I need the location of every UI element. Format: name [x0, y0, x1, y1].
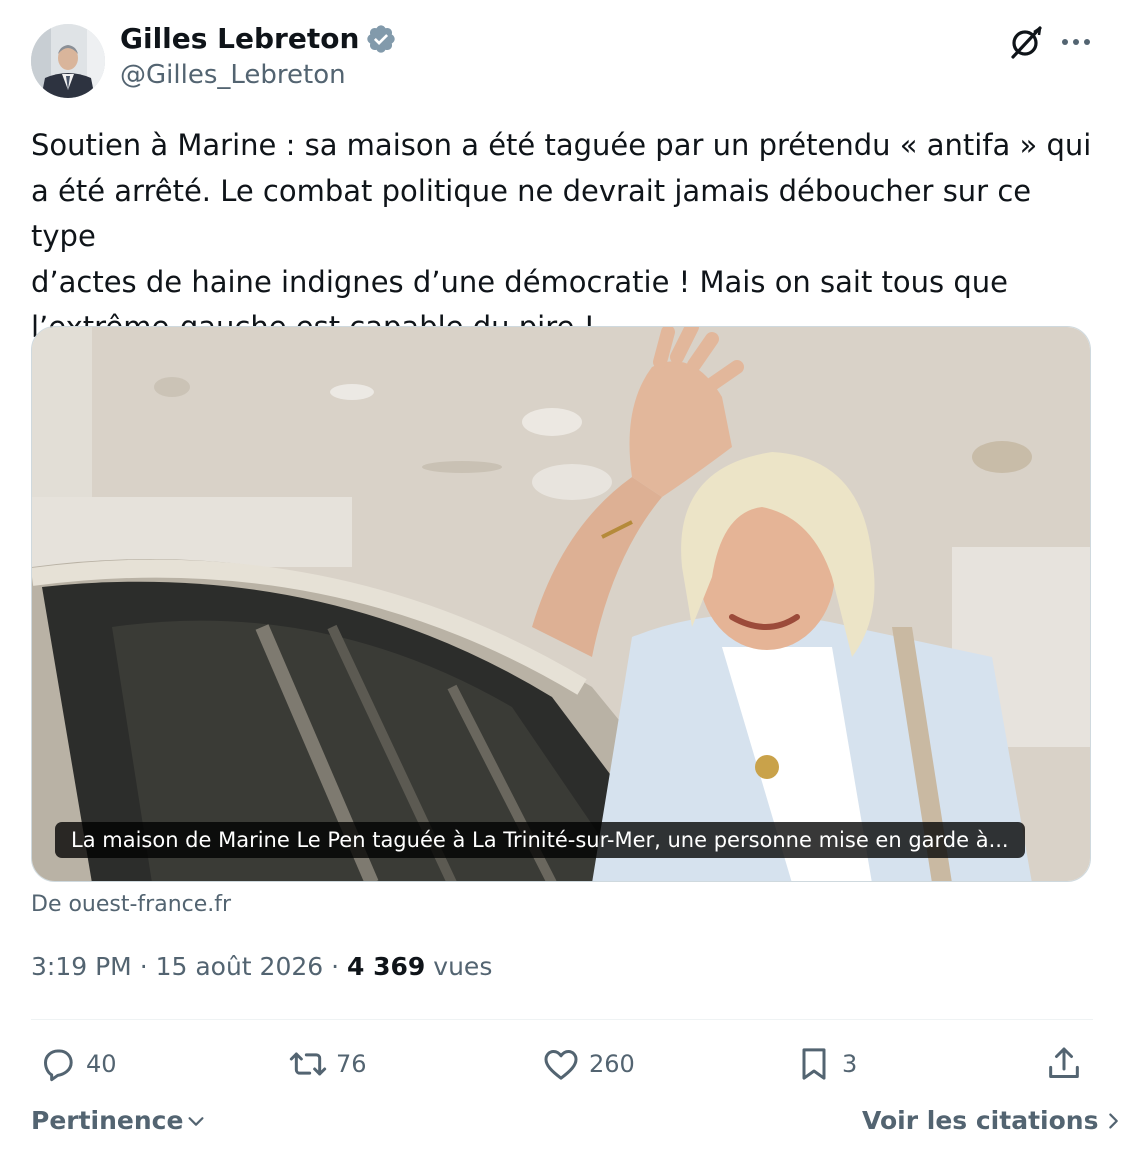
- link-card-caption: La maison de Marine Le Pen taguée à La T…: [55, 822, 1025, 858]
- repost-icon: [289, 1052, 327, 1076]
- tweet-time[interactable]: 3:19 PM: [31, 952, 132, 981]
- reply-count: 40: [86, 1050, 117, 1078]
- views-count: 4 369: [347, 952, 426, 981]
- link-card[interactable]: La maison de Marine Le Pen taguée à La T…: [31, 326, 1091, 882]
- sort-dropdown[interactable]: Pertinence: [31, 1106, 207, 1135]
- reply-icon: [44, 1049, 73, 1082]
- link-card-image: [32, 327, 1090, 881]
- tweet-date[interactable]: 15 août 2026: [156, 952, 324, 981]
- author-handle[interactable]: @Gilles_Lebreton: [120, 60, 346, 90]
- author-name-text: Gilles Lebreton: [120, 22, 360, 55]
- more-options-icon[interactable]: [1058, 22, 1094, 62]
- author-name[interactable]: Gilles Lebreton: [120, 22, 397, 55]
- chevron-right-icon: [1109, 1112, 1119, 1129]
- views-label: vues: [433, 952, 493, 981]
- sort-label: Pertinence: [31, 1106, 184, 1135]
- repost-button[interactable]: 76: [288, 1042, 367, 1086]
- link-source[interactable]: De ouest-france.fr: [31, 892, 231, 917]
- share-button[interactable]: [1044, 1042, 1084, 1086]
- bookmark-icon: [802, 1048, 826, 1080]
- chevron-down-icon: [188, 1116, 204, 1126]
- avatar-photo: [31, 24, 105, 98]
- view-quotes-link[interactable]: Voir les citations: [862, 1106, 1122, 1135]
- divider: [31, 1019, 1093, 1020]
- share-icon: [1049, 1047, 1079, 1078]
- like-button[interactable]: 260: [541, 1042, 635, 1086]
- meta-separator: ·: [331, 952, 340, 981]
- heart-icon: [544, 1050, 578, 1080]
- repost-count: 76: [336, 1050, 367, 1078]
- author-avatar[interactable]: [31, 24, 105, 98]
- bookmark-button[interactable]: 3: [794, 1042, 857, 1086]
- view-quotes-label: Voir les citations: [862, 1106, 1099, 1135]
- bookmark-count: 3: [842, 1050, 858, 1078]
- grok-icon[interactable]: [1006, 22, 1046, 62]
- like-count: 260: [589, 1050, 635, 1078]
- meta-separator: ·: [139, 952, 148, 981]
- reply-button[interactable]: 40: [38, 1042, 117, 1086]
- tweet-text: Soutien à Marine : sa maison a été tagué…: [31, 128, 1092, 344]
- verified-badge-icon: [367, 24, 396, 53]
- tweet-meta: 3:19 PM · 15 août 2026 · 4 369 vues: [31, 952, 492, 981]
